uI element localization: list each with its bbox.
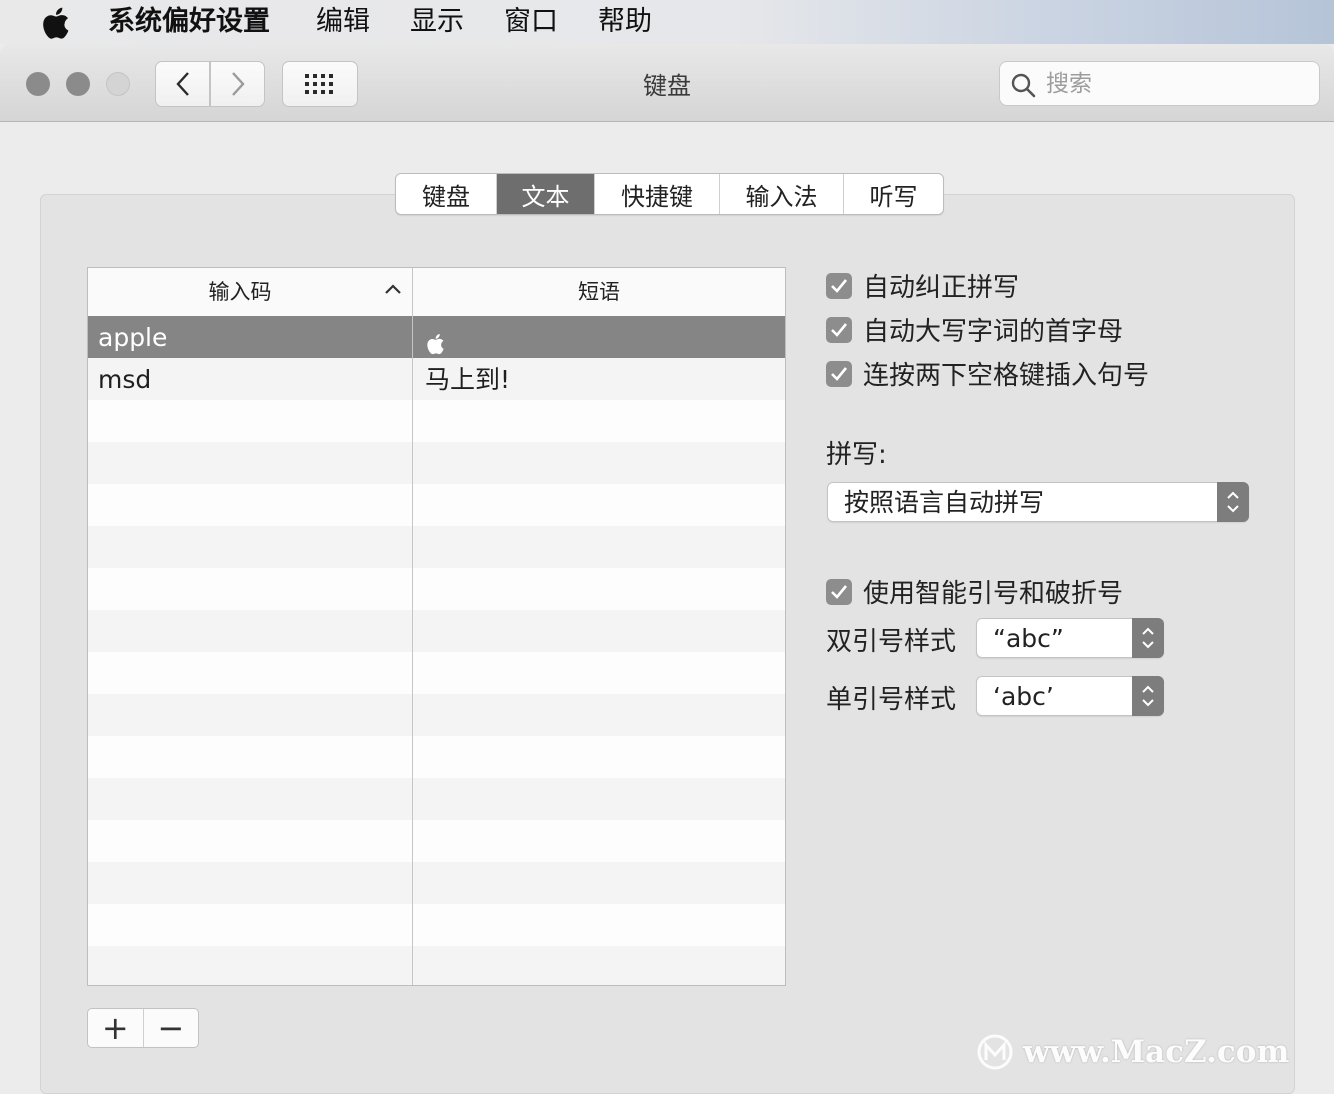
auto-capitalize-checkbox[interactable]: 自动大写字词的首字母	[826, 311, 1123, 348]
spelling-select-value: 按照语言自动拼写	[844, 488, 1045, 517]
empty-row	[88, 400, 785, 442]
watermark-text: www.MacZ.com	[1023, 1034, 1290, 1070]
tab-text[interactable]: 文本	[497, 174, 595, 214]
watermark: www.MacZ.com	[975, 1030, 1320, 1074]
single-quote-style-label: 单引号样式	[826, 685, 957, 715]
menu-edit[interactable]: 编辑	[316, 5, 370, 39]
checkmark-icon[interactable]	[826, 360, 852, 387]
double-space-period-checkbox[interactable]: 连按两下空格键插入句号	[826, 355, 1149, 392]
search-icon	[1011, 73, 1036, 98]
table-rows: apple msd 马上到!	[88, 316, 785, 985]
smart-quotes-checkbox[interactable]: 使用智能引号和破折号	[826, 573, 1123, 610]
empty-row	[88, 442, 785, 484]
up-down-arrows-icon	[1132, 676, 1164, 716]
spelling-select[interactable]: 按照语言自动拼写	[827, 482, 1249, 522]
search-field[interactable]	[999, 61, 1320, 106]
add-entry-button[interactable]: +	[88, 1009, 144, 1047]
double-space-period-label: 连按两下空格键插入句号	[863, 361, 1150, 391]
column-divider[interactable]	[412, 268, 413, 985]
empty-row	[88, 862, 785, 904]
apple-menu-icon[interactable]	[40, 6, 70, 44]
up-down-arrows-icon	[1217, 482, 1249, 522]
smart-quotes-label: 使用智能引号和破折号	[863, 579, 1124, 609]
add-remove-buttons: + −	[87, 1008, 199, 1048]
remove-entry-button[interactable]: −	[144, 1009, 199, 1047]
macz-logo-icon	[977, 1034, 1013, 1070]
tab-keyboard[interactable]: 键盘	[396, 174, 497, 214]
auto-correct-checkbox[interactable]: 自动纠正拼写	[826, 267, 1019, 304]
row-code: apple	[98, 323, 168, 352]
column-header-code[interactable]: 输入码	[88, 268, 392, 316]
search-input[interactable]	[1044, 68, 1308, 100]
table-row[interactable]: msd 马上到!	[88, 358, 785, 400]
table-row[interactable]: apple	[88, 316, 785, 358]
menu-view[interactable]: 显示	[410, 5, 464, 39]
tab-input-sources[interactable]: 输入法	[720, 174, 844, 214]
tab-dictation[interactable]: 听写	[844, 174, 943, 214]
menu-bar: 系统偏好设置 编辑 显示 窗口 帮助	[0, 0, 1334, 44]
empty-row	[88, 652, 785, 694]
menu-help[interactable]: 帮助	[598, 5, 652, 39]
spelling-label: 拼写:	[826, 440, 887, 470]
auto-correct-label: 自动纠正拼写	[863, 273, 1020, 303]
row-phrase: 马上到!	[425, 365, 511, 394]
double-quote-style-value: “abc”	[993, 624, 1064, 653]
empty-row	[88, 820, 785, 862]
empty-row	[88, 610, 785, 652]
text-replacement-table: 输入码 短语 apple msd 马上到!	[87, 267, 786, 986]
empty-row	[88, 904, 785, 946]
double-quote-style-select[interactable]: “abc”	[976, 618, 1164, 658]
checkmark-icon[interactable]	[826, 316, 852, 343]
window-toolbar: 键盘	[0, 44, 1334, 122]
double-quote-style-label: 双引号样式	[826, 627, 957, 657]
tab-shortcuts[interactable]: 快捷键	[595, 174, 720, 214]
empty-row	[88, 568, 785, 610]
column-header-phrase[interactable]: 短语	[413, 268, 785, 316]
auto-capitalize-label: 自动大写字词的首字母	[863, 317, 1124, 347]
empty-row	[88, 736, 785, 778]
table-header: 输入码 短语	[88, 268, 785, 317]
menu-app-name[interactable]: 系统偏好设置	[108, 5, 270, 39]
single-quote-style-value: ‘abc’	[993, 682, 1054, 711]
checkmark-icon[interactable]	[826, 272, 852, 299]
up-down-arrows-icon	[1132, 618, 1164, 658]
sort-ascending-icon	[385, 284, 401, 294]
tab-bar: 键盘 文本 快捷键 输入法 听写	[395, 173, 944, 215]
row-code: msd	[98, 365, 152, 394]
checkmark-icon[interactable]	[826, 578, 852, 605]
empty-row	[88, 484, 785, 526]
empty-row	[88, 526, 785, 568]
menu-window[interactable]: 窗口	[504, 5, 558, 39]
empty-row	[88, 778, 785, 820]
empty-row	[88, 946, 785, 985]
single-quote-style-select[interactable]: ‘abc’	[976, 676, 1164, 716]
empty-row	[88, 694, 785, 736]
